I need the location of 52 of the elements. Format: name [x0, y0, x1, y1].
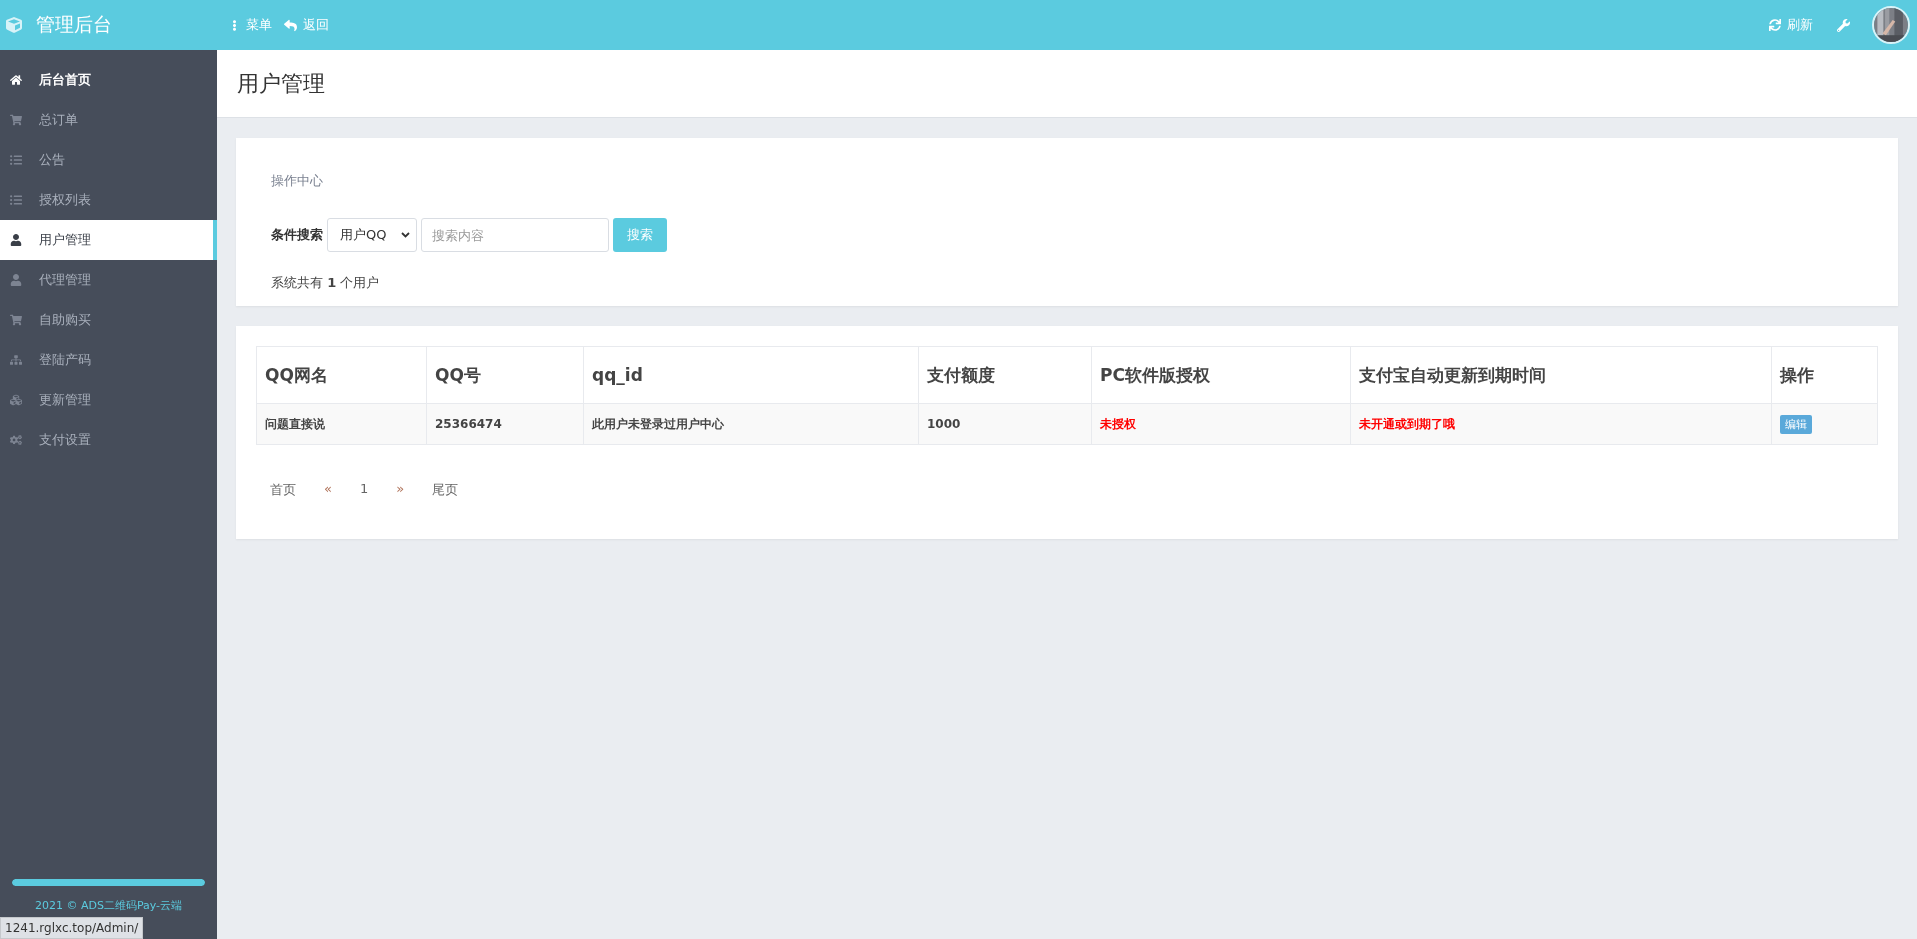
user-icon [10, 234, 22, 246]
card-title: 操作中心 [271, 172, 324, 190]
page-link[interactable]: 首页 [256, 481, 310, 499]
table-cell: 此用户未登录过用户中心 [592, 416, 724, 431]
search-select[interactable]: 用户QQ [327, 218, 417, 252]
sidebar-item[interactable]: 更新管理 [0, 380, 217, 420]
refresh-icon [1769, 19, 1781, 31]
column-header: QQ号 [426, 346, 584, 404]
sidebar-item[interactable]: 用户管理 [0, 220, 217, 260]
brand-title: 管理后台 [36, 12, 112, 37]
search-field[interactable]: 搜索内容 [421, 218, 609, 252]
status-text: 未开通或到期了哦 [1359, 416, 1455, 431]
sidebar-item[interactable]: 总订单 [0, 100, 217, 140]
sidebar-item[interactable]: 自助购买 [0, 300, 217, 340]
chevron-icon [401, 232, 410, 238]
status-text: 未授权 [1100, 416, 1136, 431]
edit-button[interactable]: 编辑 [1780, 414, 1812, 434]
column-header: qq_id [583, 346, 919, 404]
sitemap-icon [10, 354, 22, 366]
page-link[interactable]: 尾页 [418, 481, 473, 499]
column-header: PC软件版授权 [1091, 346, 1351, 404]
user-icon [10, 274, 22, 286]
sidebar-item[interactable]: 代理管理 [0, 260, 217, 300]
column-header: 支付额度 [918, 346, 1092, 404]
gears-icon [10, 434, 22, 446]
cubes-icon [10, 394, 22, 406]
sidebar-item[interactable]: 登陆产码 [0, 340, 217, 380]
list-icon [10, 194, 22, 206]
footer-text: 2021 © ADS二维码Pay-云端 [34, 898, 183, 913]
status-url: 1241.rglxc.top/Admin/ [0, 917, 144, 939]
sidebar-item[interactable]: 支付设置 [0, 420, 217, 460]
cart-icon [10, 114, 22, 126]
column-header: 支付宝自动更新到期时间 [1350, 346, 1772, 404]
table-cell: 25366474 [435, 417, 502, 431]
table-cell: 问题直接说 [265, 416, 325, 431]
search-label: 条件搜索 [271, 226, 323, 244]
page-link[interactable]: « [310, 481, 346, 499]
sidebar-item[interactable]: 授权列表 [0, 180, 217, 220]
list-icon [10, 154, 22, 166]
cart-icon [10, 314, 22, 326]
column-header: 操作 [1771, 346, 1878, 404]
page-link[interactable]: 1 [345, 481, 383, 499]
cube-icon [6, 17, 22, 33]
sidebar-item[interactable]: 公告 [0, 140, 217, 180]
page-title: 用户管理 [237, 69, 325, 98]
sidebar-item[interactable]: 后台首页 [0, 60, 217, 100]
page-link[interactable]: » [382, 481, 419, 499]
reply-icon [284, 18, 297, 32]
home-icon [10, 74, 22, 86]
user-count-text: 系统共有 1 个用户 [271, 274, 381, 292]
table-cell: 1000 [927, 417, 961, 431]
column-header: QQ网名 [256, 346, 427, 404]
